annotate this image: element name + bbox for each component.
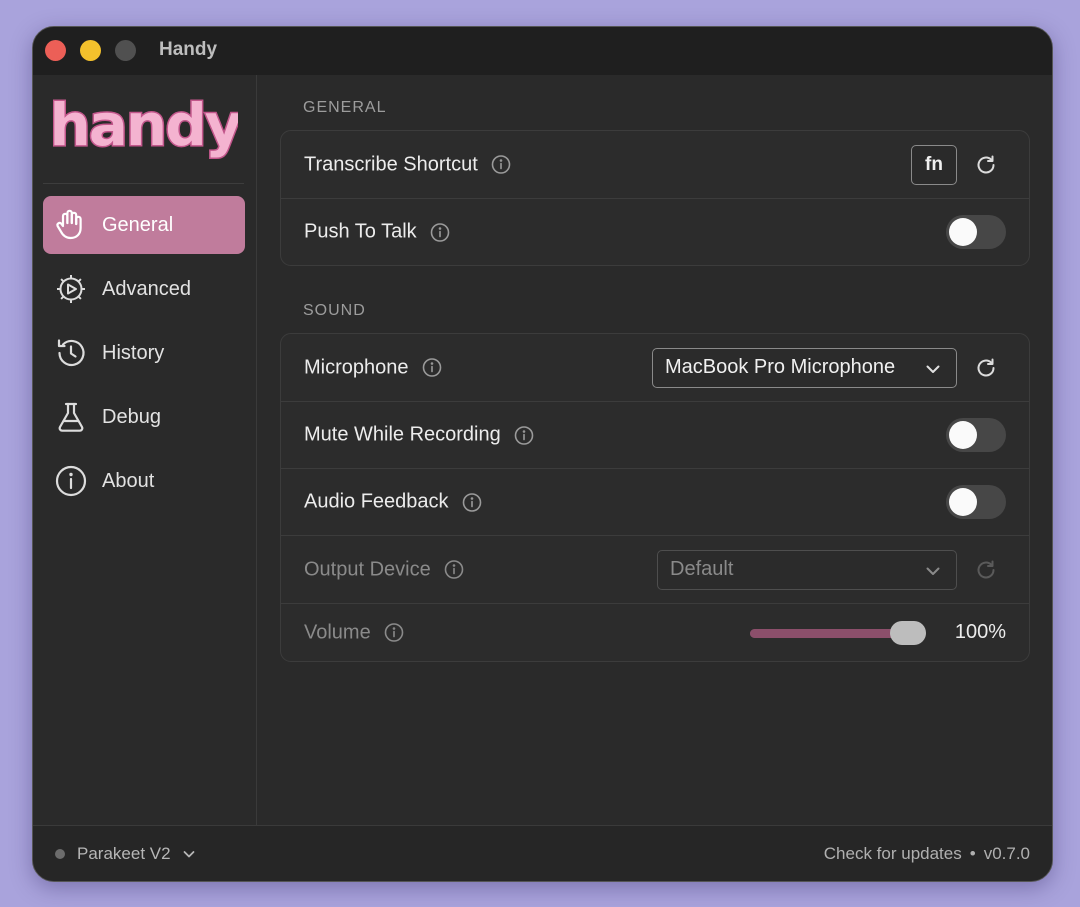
footer-separator: • xyxy=(969,844,976,863)
chevron-down-icon xyxy=(926,567,940,575)
reset-shortcut-button[interactable] xyxy=(973,152,999,178)
refresh-microphones-button[interactable] xyxy=(973,355,999,381)
setting-row-push-to-talk: Push To Talk xyxy=(281,199,1029,265)
setting-label: Transcribe Shortcut xyxy=(304,153,478,175)
setting-label: Push To Talk xyxy=(304,220,417,243)
flask-icon xyxy=(53,399,89,435)
setting-row-mute-while-recording: Mute While Recording xyxy=(281,402,1029,469)
app-window: Handy handy General Advanced History Deb… xyxy=(32,26,1053,882)
close-window-button[interactable] xyxy=(45,40,66,61)
app-version: v0.7.0 xyxy=(983,844,1030,863)
status-bar: Parakeet V2 Check for updates • v0.7.0 xyxy=(33,825,1052,881)
sidebar-item-general[interactable]: General xyxy=(43,196,245,254)
setting-row-microphone: Microphone MacBook Pro Microphone xyxy=(281,334,1029,402)
setting-row-audio-feedback: Audio Feedback xyxy=(281,469,1029,536)
shortcut-key-button[interactable]: fn xyxy=(911,144,957,185)
refresh-icon xyxy=(977,358,995,376)
setting-label: Microphone xyxy=(304,356,409,378)
microphone-select-value: MacBook Pro Microphone xyxy=(665,356,896,378)
setting-row-output-device: Output Device Default xyxy=(281,536,1029,604)
sidebar-item-label: General xyxy=(102,213,174,236)
sidebar: handy General Advanced History Debug Abo… xyxy=(33,75,257,825)
minimize-window-button[interactable] xyxy=(80,40,101,61)
settings-panel: GENERAL Transcribe Shortcut fn Push To T… xyxy=(258,75,1052,825)
info-icon[interactable] xyxy=(491,155,511,175)
sidebar-item-label: About xyxy=(102,469,155,492)
chevron-down-icon xyxy=(183,851,194,858)
sidebar-item-label: Advanced xyxy=(102,277,191,300)
window-title: Handy xyxy=(159,39,218,60)
settings-group-sound: Microphone MacBook Pro Microphone Mute W… xyxy=(280,333,1030,662)
info-icon[interactable] xyxy=(384,623,404,643)
sidebar-item-label: History xyxy=(102,341,165,364)
title-bar: Handy xyxy=(33,27,1052,75)
setting-label: Output Device xyxy=(304,558,431,580)
info-icon[interactable] xyxy=(514,425,534,445)
hand-wave-icon xyxy=(53,207,89,243)
setting-label: Volume xyxy=(304,621,371,643)
section-title-sound: SOUND xyxy=(303,302,366,319)
sidebar-item-debug[interactable]: Debug xyxy=(43,388,245,446)
chevron-down-icon xyxy=(926,365,940,373)
mute-while-recording-toggle[interactable] xyxy=(946,418,1006,452)
model-name: Parakeet V2 xyxy=(77,844,171,863)
settings-group-general: Transcribe Shortcut fn Push To Talk xyxy=(280,130,1030,266)
setting-row-volume: Volume 100% xyxy=(281,604,1029,661)
info-icon[interactable] xyxy=(430,222,450,242)
check-for-updates-link[interactable]: Check for updates xyxy=(824,844,962,864)
info-circle-icon xyxy=(53,463,89,499)
push-to-talk-toggle[interactable] xyxy=(946,215,1006,249)
volume-slider-thumb[interactable] xyxy=(890,620,926,645)
sidebar-item-advanced[interactable]: Advanced xyxy=(43,260,245,318)
sidebar-item-label: Debug xyxy=(102,405,161,428)
refresh-icon xyxy=(977,560,995,578)
refresh-output-devices-button[interactable] xyxy=(973,557,999,583)
model-status-dot xyxy=(55,849,65,859)
output-device-select[interactable]: Default xyxy=(657,549,957,590)
volume-value: 100% xyxy=(954,620,1006,643)
volume-slider[interactable]: 100% xyxy=(750,618,1006,648)
info-icon[interactable] xyxy=(462,492,482,512)
refresh-icon xyxy=(977,155,995,173)
history-clock-icon xyxy=(53,335,89,371)
setting-label: Mute While Recording xyxy=(304,423,501,446)
microphone-select[interactable]: MacBook Pro Microphone xyxy=(652,347,957,388)
output-device-select-value: Default xyxy=(670,558,734,580)
model-selector[interactable]: Parakeet V2 xyxy=(55,844,197,864)
logo-divider xyxy=(43,183,244,184)
setting-row-transcribe-shortcut: Transcribe Shortcut fn xyxy=(281,131,1029,199)
logo-text: handy xyxy=(53,93,238,159)
handy-logo: handy xyxy=(48,90,245,163)
zoom-window-button[interactable] xyxy=(115,40,136,61)
info-icon[interactable] xyxy=(444,560,464,580)
audio-feedback-toggle[interactable] xyxy=(946,485,1006,519)
section-title-general: GENERAL xyxy=(303,99,387,116)
sidebar-item-about[interactable]: About xyxy=(43,452,245,510)
sidebar-item-history[interactable]: History xyxy=(43,324,245,382)
setting-label: Audio Feedback xyxy=(304,490,449,513)
gear-play-icon xyxy=(53,271,89,307)
info-icon[interactable] xyxy=(422,358,442,378)
